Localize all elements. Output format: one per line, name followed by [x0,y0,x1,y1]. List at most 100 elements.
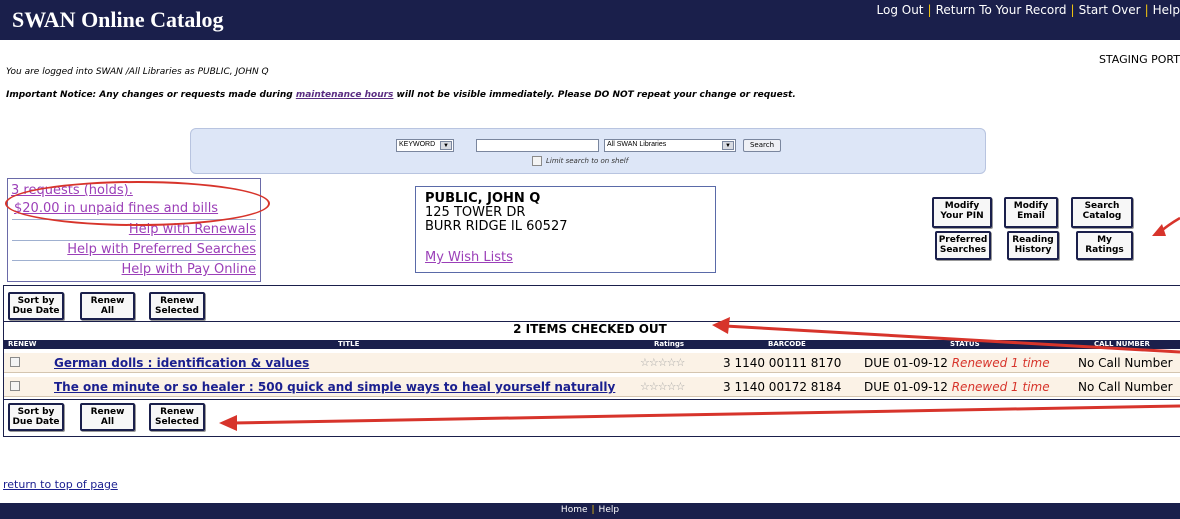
limit-on-shelf-checkbox[interactable] [532,156,542,166]
button-label: Selected [155,417,199,427]
limit-on-shelf-label: Limit search to on shelf [546,157,629,165]
patron-address-line: BURR RIDGE IL 60527 [425,219,568,234]
help-link[interactable]: Help [1153,3,1180,17]
search-panel: KEYWORD ▼ All SWAN Libraries ▼ Search Limi… [190,128,986,174]
call-number: No Call Number [1078,356,1173,370]
sort-by-due-date-button[interactable]: Sort by Due Date [8,292,64,320]
start-over-link[interactable]: Start Over [1079,3,1141,17]
modify-email-button[interactable]: Modify Email [1004,197,1058,228]
call-number: No Call Number [1078,380,1173,394]
table-row: German dolls : identification & values ☆… [4,353,1180,373]
button-label: Email [1017,211,1045,221]
column-header: RENEW [8,340,37,348]
chevron-down-icon: ▼ [440,141,452,150]
button-label: Renew [160,407,194,417]
footer-bar: Home | Help [0,503,1180,519]
wish-lists-link[interactable]: My Wish Lists [425,250,513,265]
staging-label: STAGING PORT [1098,53,1180,66]
table-header: RENEW TITLE Ratings BARCODE STATUS CALL … [4,340,1180,349]
button-label: Sort by [17,407,55,417]
library-scope-select[interactable]: All SWAN Libraries ▼ [604,139,736,152]
rating-stars-icon[interactable]: ☆☆☆☆☆ [640,380,685,393]
annotation-ellipse [5,181,270,226]
help-preferred-searches-link[interactable]: Help with Preferred Searches [67,242,256,257]
column-header: BARCODE [768,340,806,348]
important-notice: Important Notice: Any changes or request… [6,90,796,100]
return-to-top-link[interactable]: return to top of page [3,478,118,491]
patron-address-panel: PUBLIC, JOHN Q 125 TOWER DR BURR RIDGE I… [415,186,716,273]
button-label: Preferred [938,235,988,245]
button-label: Due Date [12,306,60,316]
column-header: STATUS [950,340,980,348]
search-button[interactable]: Search [743,139,781,152]
help-pay-online-link[interactable]: Help with Pay Online [122,262,256,277]
search-catalog-button[interactable]: Search Catalog [1071,197,1133,228]
item-title-link[interactable]: German dolls : identification & values [54,356,309,370]
patron-address-line: 125 TOWER DR [425,205,526,220]
button-label: History [1014,245,1052,255]
button-label: Modify [1013,201,1049,211]
patron-name: PUBLIC, JOHN Q [425,191,541,206]
column-header: Ratings [654,340,685,348]
divider: | [1144,3,1149,17]
footer-help-link[interactable]: Help [599,505,620,515]
item-barcode: 3 1140 00111 8170 [723,356,842,370]
button-label: Sort by [17,296,55,306]
divider [3,399,1180,400]
table-row: The one minute or so healer : 500 quick … [4,377,1180,397]
search-type-select[interactable]: KEYWORD ▼ [396,139,454,152]
return-to-record-link[interactable]: Return To Your Record [936,3,1067,17]
renew-selected-button[interactable]: Renew Selected [149,403,205,431]
logout-link[interactable]: Log Out [877,3,924,17]
button-label: Renew [90,407,125,417]
divider [12,240,256,241]
button-label: Ratings [1085,245,1124,255]
button-label: Catalog [1082,211,1122,221]
renewed-count: Renewed 1 time [951,356,1050,370]
due-date: DUE 01-09-12 [864,356,948,370]
search-input[interactable] [476,139,599,152]
maintenance-hours-link[interactable]: maintenance hours [296,90,394,100]
my-ratings-button[interactable]: My Ratings [1076,231,1133,260]
item-status: DUE 01-09-12 Renewed 1 time [864,356,1050,370]
library-scope-value: All SWAN Libraries [607,141,667,148]
renew-checkbox[interactable] [10,381,20,391]
item-barcode: 3 1140 00172 8184 [723,380,842,394]
button-label: All [100,417,115,427]
button-label: Searches [939,245,987,255]
notice-text: Important Notice: Any changes or request… [6,90,296,100]
button-label: Due Date [12,417,60,427]
footer-home-link[interactable]: Home [561,505,588,515]
notice-text: will not be visible immediately. Please … [393,90,796,100]
renew-selected-button[interactable]: Renew Selected [149,292,205,320]
button-label: Renew [90,296,125,306]
chevron-down-icon: ▼ [722,141,734,150]
renew-checkbox[interactable] [10,357,20,367]
column-header: TITLE [338,340,360,348]
annotation-arrow [1152,216,1180,236]
column-header: CALL NUMBER [1094,340,1150,348]
divider: | [1070,3,1075,17]
due-date: DUE 01-09-12 [864,380,948,394]
sort-by-due-date-button[interactable]: Sort by Due Date [8,403,64,431]
divider: | [591,505,595,515]
renewed-count: Renewed 1 time [951,380,1050,394]
item-status: DUE 01-09-12 Renewed 1 time [864,380,1050,394]
reading-history-button[interactable]: Reading History [1007,231,1059,260]
button-label: Reading [1012,235,1054,245]
modify-pin-button[interactable]: Modify Your PIN [932,197,992,228]
search-type-value: KEYWORD [399,141,436,148]
button-label: Your PIN [940,211,984,221]
button-label: Renew [160,296,194,306]
rating-stars-icon[interactable]: ☆☆☆☆☆ [640,356,685,369]
button-label: Search [1084,201,1120,211]
button-label: All [100,306,115,316]
preferred-searches-button[interactable]: Preferred Searches [935,231,991,260]
button-label: My [1097,235,1112,245]
site-logo[interactable]: SWAN Online Catalog [12,7,223,33]
item-title-link[interactable]: The one minute or so healer : 500 quick … [54,380,615,394]
top-bar: SWAN Online Catalog Log Out | Return To Yo… [0,0,1180,40]
renew-all-button[interactable]: Renew All [80,292,135,320]
renew-all-button[interactable]: Renew All [80,403,135,431]
button-label: Modify [944,201,980,211]
